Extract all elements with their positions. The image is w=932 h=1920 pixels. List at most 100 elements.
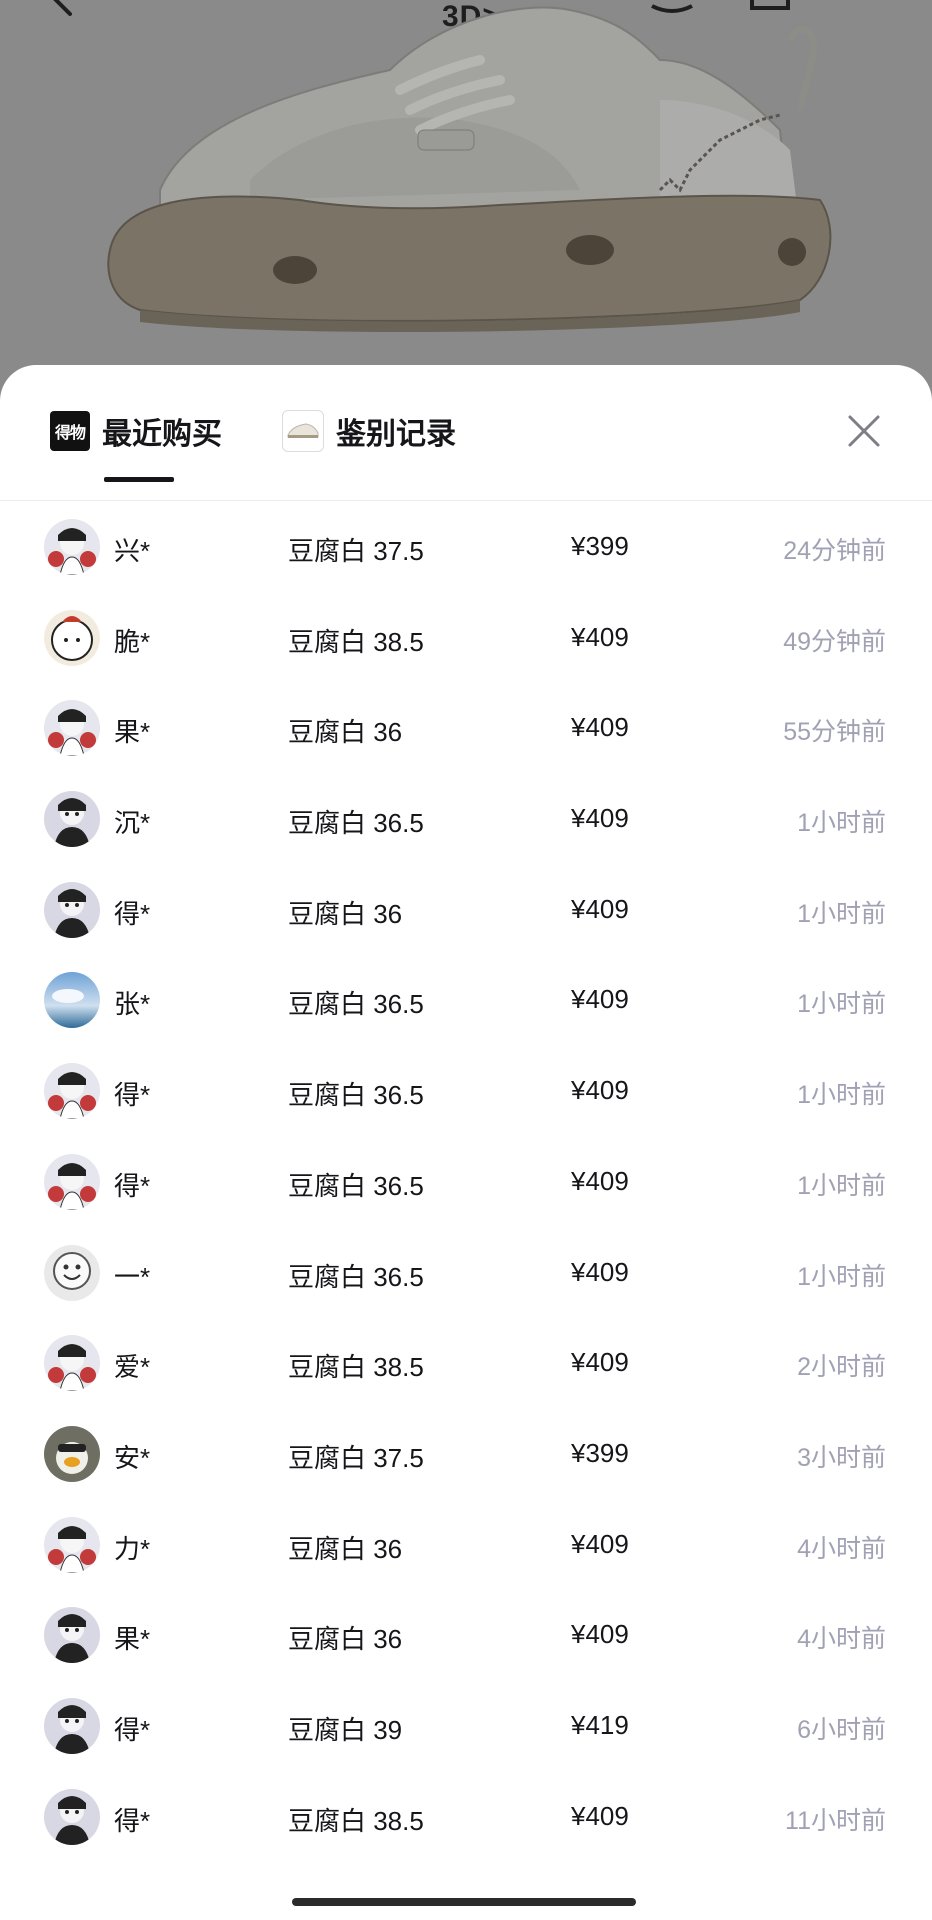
purchase-price: ¥409 bbox=[571, 1800, 629, 1831]
purchase-time: 3小时前 bbox=[797, 1443, 886, 1472]
purchase-row: 果* 豆腐白 36 ¥409 55分钟前 bbox=[0, 683, 932, 774]
purchase-price: ¥409 bbox=[571, 621, 629, 652]
purchase-price: ¥409 bbox=[571, 1165, 629, 1196]
purchase-row: 沉* 豆腐白 36.5 ¥409 1小时前 bbox=[0, 774, 932, 865]
purchase-variant: 豆腐白 38.5 bbox=[288, 626, 424, 657]
purchase-time: 2小时前 bbox=[797, 1353, 886, 1382]
buyer-name: 得* bbox=[114, 1170, 151, 1201]
buyer-name: 沉* bbox=[114, 808, 151, 839]
home-indicator bbox=[292, 1898, 636, 1906]
buyer-name: 兴* bbox=[114, 536, 151, 566]
buyer-name: 安* bbox=[114, 1442, 151, 1473]
purchase-list: 兴* 豆腐白 37.5 ¥399 24分钟前脆* 豆腐白 38.5 ¥409 49分钟前果*… bbox=[0, 502, 932, 1862]
sheet-tabs: 得物 最近购买 鉴别记录 bbox=[0, 365, 932, 501]
tab-authentication-records-label: 鉴别记录 bbox=[336, 418, 456, 451]
purchase-variant: 豆腐白 36.5 bbox=[288, 989, 424, 1020]
tab-recent-purchases-label: 最近购买 bbox=[102, 418, 222, 451]
purchase-row: 得* 豆腐白 38.5 ¥409 11小时前 bbox=[0, 1772, 932, 1863]
purchase-variant: 豆腐白 37.5 bbox=[288, 1442, 424, 1473]
purchase-variant: 豆腐白 36 bbox=[288, 898, 403, 929]
buyer-name: 得* bbox=[114, 1714, 151, 1745]
purchase-price: ¥409 bbox=[571, 1075, 629, 1106]
purchase-row: 果* 豆腐白 36 ¥409 4小时前 bbox=[0, 1590, 932, 1681]
purchase-variant: 豆腐白 38.5 bbox=[288, 1805, 424, 1836]
purchase-row: 力* 豆腐白 36 ¥409 4小时前 bbox=[0, 1500, 932, 1591]
buyer-name: 得* bbox=[114, 898, 151, 929]
buyer-name: 力* bbox=[114, 1533, 151, 1564]
buyer-avatar bbox=[44, 1425, 100, 1482]
purchase-time: 11小时前 bbox=[785, 1806, 886, 1835]
purchase-row: 脆* 豆腐白 38.5 ¥409 49分钟前 bbox=[0, 593, 932, 684]
purchase-variant: 豆腐白 39 bbox=[288, 1714, 403, 1745]
purchase-time: 1小时前 bbox=[797, 809, 886, 838]
buyer-name: 果* bbox=[114, 1624, 151, 1655]
purchase-row: 一* 豆腐白 36.5 ¥409 1小时前 bbox=[0, 1228, 932, 1319]
purchase-price: ¥409 bbox=[571, 1347, 629, 1378]
recent-purchases-sheet: 得物 最近购买 鉴别记录 兴* 豆腐白 37.5 ¥399 24分钟前脆* 豆腐白 38… bbox=[0, 365, 932, 1920]
purchase-price: ¥409 bbox=[571, 984, 629, 1015]
buyer-avatar bbox=[44, 972, 100, 1029]
purchase-variant: 豆腐白 38.5 bbox=[288, 1352, 424, 1383]
purchase-time: 1小时前 bbox=[797, 1171, 886, 1200]
buyer-avatar bbox=[44, 1153, 100, 1210]
tab-recent-purchases[interactable]: 得物 最近购买 bbox=[50, 409, 222, 453]
purchase-row: 兴* 豆腐白 37.5 ¥399 24分钟前 bbox=[0, 502, 932, 593]
buyer-avatar bbox=[44, 609, 100, 666]
purchase-time: 1小时前 bbox=[797, 990, 886, 1019]
dewu-logo-icon: 得物 bbox=[50, 411, 90, 451]
tab-authentication-records[interactable]: 鉴别记录 bbox=[282, 409, 456, 453]
purchase-time: 1小时前 bbox=[797, 1081, 886, 1110]
buyer-name: 脆* bbox=[114, 626, 151, 657]
purchase-price: ¥409 bbox=[571, 1528, 629, 1559]
purchase-price: ¥399 bbox=[571, 1437, 629, 1468]
buyer-avatar bbox=[44, 1063, 100, 1120]
purchase-time: 6小时前 bbox=[797, 1715, 886, 1744]
active-tab-indicator bbox=[104, 477, 174, 482]
purchase-variant: 豆腐白 36.5 bbox=[288, 1170, 424, 1201]
purchase-variant: 豆腐白 36.5 bbox=[288, 1261, 424, 1292]
purchase-time: 49分钟前 bbox=[783, 627, 886, 656]
buyer-name: 爱* bbox=[114, 1352, 151, 1383]
buyer-avatar bbox=[44, 1244, 100, 1301]
purchase-price: ¥409 bbox=[571, 803, 629, 834]
purchase-price: ¥419 bbox=[571, 1709, 629, 1740]
buyer-avatar bbox=[44, 1516, 100, 1573]
buyer-name: 得* bbox=[114, 1080, 151, 1111]
purchase-row: 张* 豆腐白 36.5 ¥409 1小时前 bbox=[0, 955, 932, 1046]
purchase-row: 得* 豆腐白 36.5 ¥409 1小时前 bbox=[0, 1137, 932, 1228]
buyer-name: 张* bbox=[114, 989, 151, 1020]
purchase-price: ¥409 bbox=[571, 1256, 629, 1287]
buyer-avatar bbox=[44, 881, 100, 938]
buyer-avatar bbox=[44, 791, 100, 848]
purchase-variant: 豆腐白 36 bbox=[288, 717, 403, 748]
purchase-price: ¥409 bbox=[571, 1619, 629, 1650]
purchase-time: 55分钟前 bbox=[783, 718, 886, 747]
purchase-time: 1小时前 bbox=[797, 899, 886, 928]
purchase-row: 得* 豆腐白 39 ¥419 6小时前 bbox=[0, 1681, 932, 1772]
purchase-variant: 豆腐白 36.5 bbox=[288, 1080, 424, 1111]
buyer-avatar bbox=[44, 1335, 100, 1392]
purchase-row: 安* 豆腐白 37.5 ¥399 3小时前 bbox=[0, 1409, 932, 1500]
back-arrow-icon[interactable] bbox=[44, 0, 84, 20]
purchase-variant: 豆腐白 36 bbox=[288, 1624, 403, 1655]
purchase-price: ¥409 bbox=[571, 712, 629, 743]
buyer-avatar bbox=[44, 1697, 100, 1754]
buyer-avatar bbox=[44, 1788, 100, 1845]
purchase-variant: 豆腐白 36 bbox=[288, 1533, 403, 1564]
buyer-avatar bbox=[44, 1607, 100, 1664]
purchase-time: 4小时前 bbox=[797, 1625, 886, 1654]
purchase-time: 24分钟前 bbox=[783, 537, 886, 565]
close-icon[interactable] bbox=[846, 413, 882, 449]
purchase-variant: 豆腐白 36.5 bbox=[288, 808, 424, 839]
buyer-name: 得* bbox=[114, 1805, 151, 1836]
purchase-row: 得* 豆腐白 36 ¥409 1小时前 bbox=[0, 865, 932, 956]
purchase-row: 爱* 豆腐白 38.5 ¥409 2小时前 bbox=[0, 1318, 932, 1409]
purchase-variant: 豆腐白 37.5 bbox=[288, 536, 424, 566]
buyer-name: 果* bbox=[114, 717, 151, 748]
purchase-time: 1小时前 bbox=[797, 1262, 886, 1291]
buyer-name: 一* bbox=[114, 1261, 151, 1292]
buyer-avatar bbox=[44, 519, 100, 575]
purchase-time: 4小时前 bbox=[797, 1534, 886, 1563]
purchase-row: 得* 豆腐白 36.5 ¥409 1小时前 bbox=[0, 1046, 932, 1137]
purchase-price: ¥399 bbox=[571, 531, 629, 561]
